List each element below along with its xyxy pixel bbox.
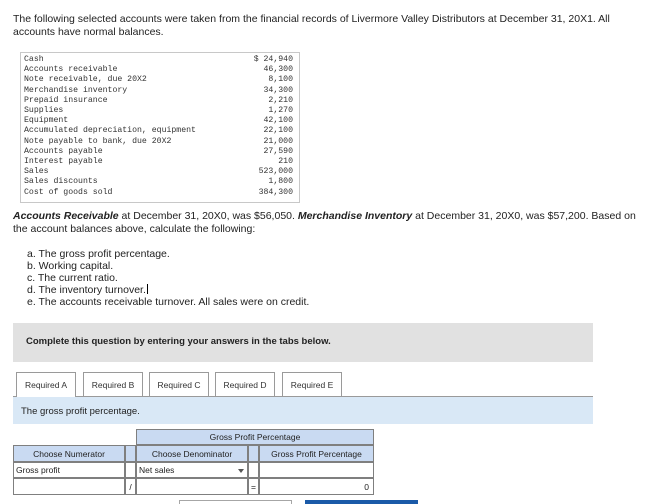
account-row: Cash $ 24,940 [24,55,293,65]
accounts-table: Cash $ 24,940 Accounts receivable 46,300 Not… [20,52,300,203]
requirement-b: b. Working capital. [27,259,114,272]
op-header-spacer [125,445,136,462]
problem-intro: The following selected accounts were tak… [13,13,610,38]
account-row: Cost of goods sold 384,300 [24,188,293,198]
tab-required-b[interactable]: Required B [83,372,143,396]
panel-title: The gross profit percentage. [21,406,140,417]
account-name: Merchandise inventory [24,85,128,95]
denominator-amount-input[interactable] [136,478,248,495]
account-amount: 1,270 [268,106,293,116]
tab-required-c[interactable]: Required C [149,372,209,396]
result-value: 0 [259,478,374,495]
account-row: Merchandise inventory 34,300 [24,86,293,96]
account-row: Equipment 42,100 [24,116,293,126]
account-name: Accounts receivable [24,65,118,75]
account-name: Accounts payable [24,146,103,156]
group-header: Gross Profit Percentage [136,429,374,445]
numerator-header: Choose Numerator [13,445,125,462]
requirements-list: a. The gross profit percentage. b. Worki… [27,248,310,309]
tab-required-e[interactable]: Required E [282,372,342,396]
divide-sign: / [125,478,136,495]
requirement-c: c. The current ratio. [27,271,118,284]
result-header: Gross Profit Percentage [259,445,374,462]
account-row: Note receivable, due 20X2 8,100 [24,75,293,85]
instructions-banner: Complete this question by entering your … [13,323,593,362]
account-row: Accumulated depreciation, equipment 22,10… [24,126,293,136]
account-amount: 22,100 [263,126,293,136]
account-name: Interest payable [24,157,103,167]
account-amount: 34,300 [263,85,293,95]
chevron-down-icon[interactable] [238,469,244,473]
account-amount: 523,000 [258,167,293,177]
account-row: Interest payable 210 [24,157,293,167]
denominator-header: Choose Denominator [136,445,248,462]
account-amount: 210 [278,157,293,167]
account-row: Sales discounts 1,800 [24,177,293,187]
account-amount: 21,000 [263,136,293,146]
account-amount: 42,100 [263,116,293,126]
result-spacer [259,462,374,478]
additional-info: Accounts Receivable at December 31, 20X0… [13,210,643,235]
account-row: Accounts payable 27,590 [24,147,293,157]
ar-label: Accounts Receivable [13,210,119,222]
account-name: Note receivable, due 20X2 [24,75,147,85]
account-amount: 1,800 [268,177,293,187]
account-name: Accumulated depreciation, equipment [24,126,196,136]
banner-text: Complete this question by entering your … [26,336,331,347]
account-name: Equipment [24,116,69,126]
prev-button[interactable] [179,500,292,504]
tab-required-d[interactable]: Required D [215,372,275,396]
numerator-amount-input[interactable] [13,478,125,495]
denominator-value: Net sales [139,465,175,475]
account-amount: 384,300 [258,187,293,197]
equals-sign: = [248,478,259,495]
account-name: Supplies [24,106,64,116]
account-row: Prepaid insurance 2,210 [24,96,293,106]
account-name: Cash [24,55,44,64]
account-name: Note payable to bank, due 20X2 [24,136,172,146]
op-spacer-2 [248,462,259,478]
account-amount: 2,210 [268,95,293,105]
account-name: Sales discounts [24,177,98,187]
text-cursor [146,284,148,295]
account-row: Note payable to bank, due 20X2 21,000 [24,137,293,147]
denominator-select[interactable]: Net sales [136,462,248,478]
account-name: Cost of goods sold [24,187,113,197]
account-amount: $ 24,940 [253,55,293,64]
requirement-e: e. The accounts receivable turnover. All… [27,296,310,309]
answer-panel: The gross profit percentage. [13,396,593,424]
op-spacer [125,462,136,478]
account-row: Accounts receivable 46,300 [24,65,293,75]
next-button[interactable] [305,500,418,504]
inventory-label: Merchandise Inventory [297,210,413,222]
ar-text: at December 31, 20X0, was $56,050. [118,210,298,222]
tab-required-a[interactable]: Required A [16,372,76,397]
account-amount: 27,590 [263,146,293,156]
op-header-spacer-2 [248,445,259,462]
account-row: Supplies 1,270 [24,106,293,116]
account-amount: 8,100 [268,75,293,85]
numerator-select[interactable]: Gross profit [13,462,125,478]
account-name: Sales [24,167,49,177]
account-amount: 46,300 [263,65,293,75]
account-row: Sales 523,000 [24,167,293,177]
account-name: Prepaid insurance [24,95,108,105]
